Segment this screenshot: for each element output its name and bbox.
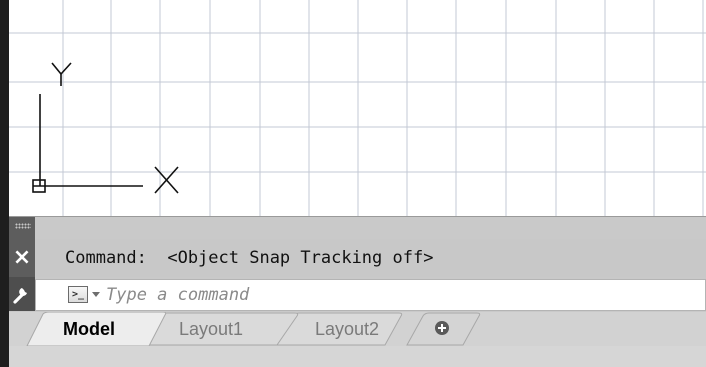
close-icon: × <box>12 245 32 270</box>
command-line-panel: × Command: <Object Snap Tracking off> >_ <box>9 216 706 312</box>
panel-grip-handle[interactable] <box>9 217 35 239</box>
wrench-icon <box>13 288 27 304</box>
layout-tabs-strip: Model Layout1 Layout2 <box>9 312 706 346</box>
tab-model[interactable]: Model <box>63 319 115 339</box>
plus-icon[interactable] <box>435 321 449 335</box>
ucs-x-axis-label <box>154 166 179 194</box>
drawing-canvas[interactable] <box>0 0 706 216</box>
command-history-line: Command: <Object Snap Tracking off> <box>35 239 706 277</box>
window-left-edge <box>0 0 9 367</box>
tab-layout1[interactable]: Layout1 <box>179 319 243 339</box>
command-input-row[interactable]: >_ <box>35 279 706 311</box>
customize-button[interactable] <box>9 277 35 311</box>
prompt-dropdown-arrow-icon[interactable] <box>92 292 100 297</box>
grip-dots-icon <box>15 223 31 229</box>
command-input[interactable] <box>106 282 696 308</box>
ucs-icon <box>32 62 179 194</box>
close-command-line-button[interactable]: × <box>9 239 35 277</box>
command-prompt-icon[interactable]: >_ <box>68 286 88 303</box>
ucs-y-axis-label <box>51 62 72 86</box>
layout-tab-bar: Model Layout1 Layout2 <box>9 312 706 367</box>
autocad-window: × Command: <Object Snap Tracking off> >_ <box>0 0 706 367</box>
tab-layout2[interactable]: Layout2 <box>315 319 379 339</box>
